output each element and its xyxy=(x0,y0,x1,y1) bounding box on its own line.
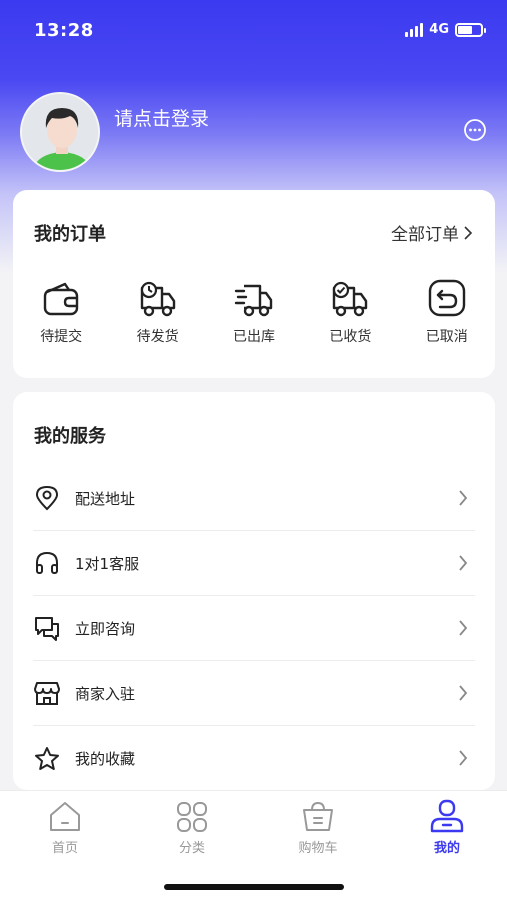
truck-check-icon xyxy=(333,281,368,317)
tab-category[interactable]: 分类 xyxy=(152,799,232,856)
chat-bubble-dots-icon[interactable] xyxy=(463,118,487,142)
tab-label: 我的 xyxy=(433,841,460,856)
service-delivery-address[interactable]: 配送地址 xyxy=(33,466,475,531)
chevron-right-icon xyxy=(459,685,468,701)
home-indicator xyxy=(164,884,344,890)
status-indicators: 4G xyxy=(405,22,486,37)
orders-title: 我的订单 xyxy=(34,224,106,245)
chevron-right-icon xyxy=(459,750,468,766)
user-profile-icon xyxy=(430,799,464,833)
all-orders-label: 全部订单 xyxy=(391,225,459,245)
truck-clock-icon xyxy=(140,281,175,317)
order-status-label: 待提交 xyxy=(40,329,83,345)
orders-card: 我的订单 全部订单 待提交 待发货 已出库 已收货 已取消 xyxy=(13,190,495,378)
services-list: 配送地址 1对1客服 立即咨询 商家入驻 我的收藏 xyxy=(33,466,475,791)
services-card: 我的服务 配送地址 1对1客服 立即咨询 商家入驻 我的收藏 xyxy=(13,392,495,790)
location-pin-icon xyxy=(35,485,59,511)
all-orders-link[interactable]: 全部订单 xyxy=(391,220,473,245)
order-status-cancelled[interactable]: 已取消 xyxy=(399,276,495,346)
grid-icon xyxy=(177,802,207,832)
truck-moving-icon xyxy=(234,284,273,317)
order-status-label: 已出库 xyxy=(232,329,275,345)
signal-icon xyxy=(405,22,424,37)
tab-label: 购物车 xyxy=(298,841,338,856)
chevron-right-icon xyxy=(459,620,468,636)
services-title: 我的服务 xyxy=(34,426,106,447)
chevron-right-icon xyxy=(459,490,468,506)
order-status-shipped[interactable]: 已出库 xyxy=(206,276,302,346)
network-type: 4G xyxy=(429,22,449,37)
wallet-icon xyxy=(43,282,79,316)
order-status-label: 待发货 xyxy=(136,329,179,345)
service-label: 立即咨询 xyxy=(75,619,136,638)
home-icon xyxy=(50,802,80,831)
tab-cart[interactable]: 购物车 xyxy=(278,799,358,856)
user-avatar-icon[interactable] xyxy=(20,92,100,172)
status-bar: 13:28 4G xyxy=(0,0,507,62)
service-favorites[interactable]: 我的收藏 xyxy=(33,726,475,791)
tab-home[interactable]: 首页 xyxy=(25,799,105,856)
login-prompt[interactable]: 请点击登录 xyxy=(114,104,209,131)
order-status-label: 已取消 xyxy=(425,329,468,345)
service-label: 我的收藏 xyxy=(75,750,136,768)
tab-label: 首页 xyxy=(51,841,78,856)
tab-mine[interactable]: 我的 xyxy=(407,799,487,856)
order-status-row: 待提交 待发货 已出库 已收货 已取消 xyxy=(13,276,495,346)
chevron-right-icon xyxy=(459,555,468,571)
order-status-pending-ship[interactable]: 待发货 xyxy=(109,276,205,346)
service-label: 配送地址 xyxy=(75,489,136,508)
service-label: 商家入驻 xyxy=(75,684,136,703)
chat-bubbles-icon xyxy=(35,617,59,641)
headphones-icon xyxy=(36,551,58,574)
storefront-icon xyxy=(34,682,60,705)
profile-header: 请点击登录 xyxy=(20,92,487,172)
chevron-right-icon xyxy=(464,225,473,240)
service-label: 1对1客服 xyxy=(75,554,140,573)
star-icon xyxy=(35,746,59,770)
service-customer-support[interactable]: 1对1客服 xyxy=(33,531,475,596)
service-merchant-join[interactable]: 商家入驻 xyxy=(33,661,475,726)
order-status-label: 已收货 xyxy=(329,329,372,345)
shopping-basket-icon xyxy=(303,801,333,831)
tab-label: 分类 xyxy=(178,841,205,856)
battery-icon xyxy=(455,22,486,37)
return-icon xyxy=(428,279,465,317)
order-status-pending-submit[interactable]: 待提交 xyxy=(13,276,109,346)
order-status-received[interactable]: 已收货 xyxy=(302,276,398,346)
status-time: 13:28 xyxy=(34,20,94,41)
service-consult[interactable]: 立即咨询 xyxy=(33,596,475,661)
